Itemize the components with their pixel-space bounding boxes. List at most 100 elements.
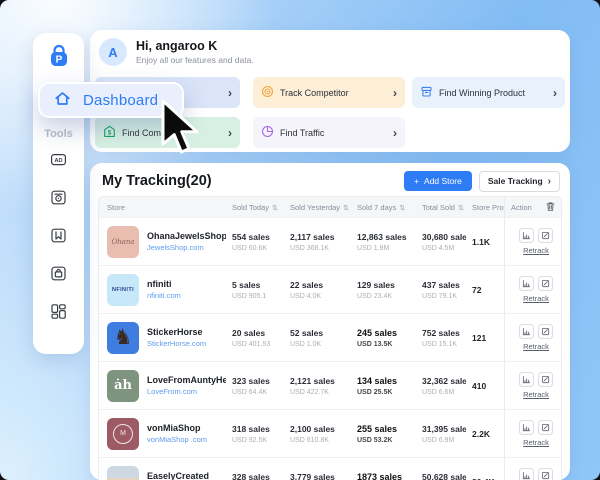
store-cell: ♞ StickerHorse StickerHorse.com xyxy=(99,322,226,354)
sales-value: 255 sales xyxy=(357,424,416,434)
chevron-right-icon: › xyxy=(228,126,232,140)
analytics-button[interactable] xyxy=(519,228,534,243)
store-cell: NFINITI nfiniti nfiniti.com xyxy=(99,274,226,306)
analytics-button[interactable] xyxy=(519,276,534,291)
sale-tracking-button[interactable]: Sale Tracking › xyxy=(479,171,560,192)
usd-value: USD 64.4K xyxy=(232,389,284,396)
retrack-link[interactable]: Retrack xyxy=(523,294,549,303)
pie-chart-icon xyxy=(261,125,274,140)
usd-value: USD 60.6K xyxy=(232,245,284,252)
sold-7days-cell: 129 sales USD 23.4K xyxy=(351,280,416,300)
retrack-link[interactable]: Retrack xyxy=(523,390,549,399)
analytics-button[interactable] xyxy=(519,372,534,387)
col-sold-7-days[interactable]: Sold 7 days⇅ xyxy=(351,203,416,212)
table-row: NFINITI nfiniti nfiniti.com 5 sales USD … xyxy=(99,265,561,313)
store-domain-link[interactable]: nfiniti.com xyxy=(147,291,181,300)
sales-value: 5 sales xyxy=(232,280,284,290)
store-bag-icon[interactable] xyxy=(50,265,67,282)
edit-button[interactable] xyxy=(538,372,553,387)
col-sold-today[interactable]: Sold Today⇅ xyxy=(226,203,284,212)
usd-value: USD 905.1 xyxy=(232,293,284,300)
sold-today-cell: 20 sales USD 401.53 xyxy=(226,328,284,348)
apps-grid-icon[interactable] xyxy=(50,303,67,320)
sale-tracking-label: Sale Tracking xyxy=(488,176,543,186)
sold-today-cell: 5 sales USD 905.1 xyxy=(226,280,284,300)
target-icon xyxy=(261,85,274,100)
add-store-button[interactable]: + Add Store xyxy=(404,171,472,191)
plus-icon: + xyxy=(414,176,419,186)
store-logo-text: M xyxy=(113,424,133,444)
store-name: StickerHorse xyxy=(147,327,206,337)
usd-value: USD 368.1K xyxy=(290,245,351,252)
retrack-link[interactable]: Retrack xyxy=(523,246,549,255)
brand-logo-bag-icon[interactable]: P xyxy=(46,43,72,76)
edit-button[interactable] xyxy=(538,420,553,435)
product-box-icon xyxy=(420,85,433,100)
usd-value: USD 1.0K xyxy=(290,341,351,348)
usd-value: USD 6.9M xyxy=(422,437,466,444)
store-logo-text: Ohana xyxy=(111,238,134,246)
sales-value: 323 sales xyxy=(232,376,284,386)
action-cell: Retrack xyxy=(504,218,561,265)
greeting-title: Hi, angaroo K xyxy=(136,39,254,53)
col-sold-yesterday[interactable]: Sold Yesterday⇅ xyxy=(284,203,351,212)
store-cell: EaselyCreated EaselyCreated .com xyxy=(99,466,226,480)
tracking-header: My Tracking(20) + Add Store Sale Trackin… xyxy=(102,170,560,192)
sold-7days-cell: 255 sales USD 53.2K xyxy=(351,424,416,444)
col-action: Action xyxy=(504,197,561,217)
store-domain-link[interactable]: JewelsShop.com xyxy=(147,243,226,252)
edit-button[interactable] xyxy=(538,276,553,291)
store-domain-link[interactable]: LoveFrom.com xyxy=(147,387,226,396)
table-row: Ohana OhanaJewelsShop JewelsShop.com 554… xyxy=(99,217,561,265)
card-find-traffic[interactable]: Find Traffic › xyxy=(253,117,405,148)
usd-value: USD 6.6M xyxy=(422,389,466,396)
tracking-title: My Tracking(20) xyxy=(102,173,212,189)
edit-button[interactable] xyxy=(538,228,553,243)
retrack-link[interactable]: Retrack xyxy=(523,438,549,447)
chevron-right-icon: › xyxy=(393,126,397,140)
action-cell: Retrack xyxy=(504,410,561,457)
store-name: OhanaJewelsShop xyxy=(147,231,226,241)
store-products-cell: 121 xyxy=(466,333,504,343)
store-domain-link[interactable]: StickerHorse.com xyxy=(147,339,206,348)
card-track-competitor[interactable]: Track Competitor › xyxy=(253,77,405,108)
bookmark-icon[interactable] xyxy=(50,227,67,244)
card-find-winning-product[interactable]: Find Winning Product › xyxy=(412,77,565,108)
ad-badge-icon[interactable]: AD xyxy=(50,151,67,168)
svg-text:AD: AD xyxy=(55,158,63,164)
analytics-button[interactable] xyxy=(519,420,534,435)
usd-value: USD 92.5K xyxy=(232,437,284,444)
store-name: vonMiaShop xyxy=(147,423,207,433)
sold-7days-cell: 245 sales USD 13.5K xyxy=(351,328,416,348)
store-logo: Ohana xyxy=(107,226,139,258)
store-name: LoveFromAuntyHelen xyxy=(147,375,226,385)
sales-value: 20 sales xyxy=(232,328,284,338)
sales-value: 30,680 sales xyxy=(422,232,466,242)
action-cell: Retrack xyxy=(504,314,561,361)
sales-value: 3,779 sales xyxy=(290,472,351,480)
analytics-button[interactable] xyxy=(519,468,534,480)
col-store-products: Store Products xyxy=(466,203,504,212)
trash-icon[interactable] xyxy=(545,201,556,214)
col-total-sold[interactable]: Total Sold⇅ xyxy=(416,203,466,212)
greeting-subtitle: Enjoy all our features and data. xyxy=(136,55,254,65)
product-research-icon[interactable] xyxy=(50,189,67,206)
sales-value: 31,395 sales xyxy=(422,424,466,434)
sold-today-cell: 554 sales USD 60.6K xyxy=(226,232,284,252)
store-domain-link[interactable]: vonMiaShop .com xyxy=(147,435,207,444)
usd-value: USD 4.5M xyxy=(422,245,466,252)
table-row: M vonMiaShop vonMiaShop .com 318 sales U… xyxy=(99,409,561,457)
edit-button[interactable] xyxy=(538,324,553,339)
my-tracking-panel: My Tracking(20) + Add Store Sale Trackin… xyxy=(90,163,570,480)
usd-value: USD 15.1K xyxy=(422,341,466,348)
analytics-button[interactable] xyxy=(519,324,534,339)
sales-value: 2,121 sales xyxy=(290,376,351,386)
edit-button[interactable] xyxy=(538,468,553,480)
table-body: Ohana OhanaJewelsShop JewelsShop.com 554… xyxy=(99,217,561,480)
sold-yesterday-cell: 3,779 sales USD 165.7K xyxy=(284,472,351,480)
add-store-label: Add Store xyxy=(424,176,462,186)
sold-7days-cell: 1873 sales USD 17.3K xyxy=(351,472,416,480)
tracking-table: Store Sold Today⇅ Sold Yesterday⇅ Sold 7… xyxy=(98,196,562,480)
retrack-link[interactable]: Retrack xyxy=(523,342,549,351)
sort-icon: ⇅ xyxy=(343,205,349,212)
